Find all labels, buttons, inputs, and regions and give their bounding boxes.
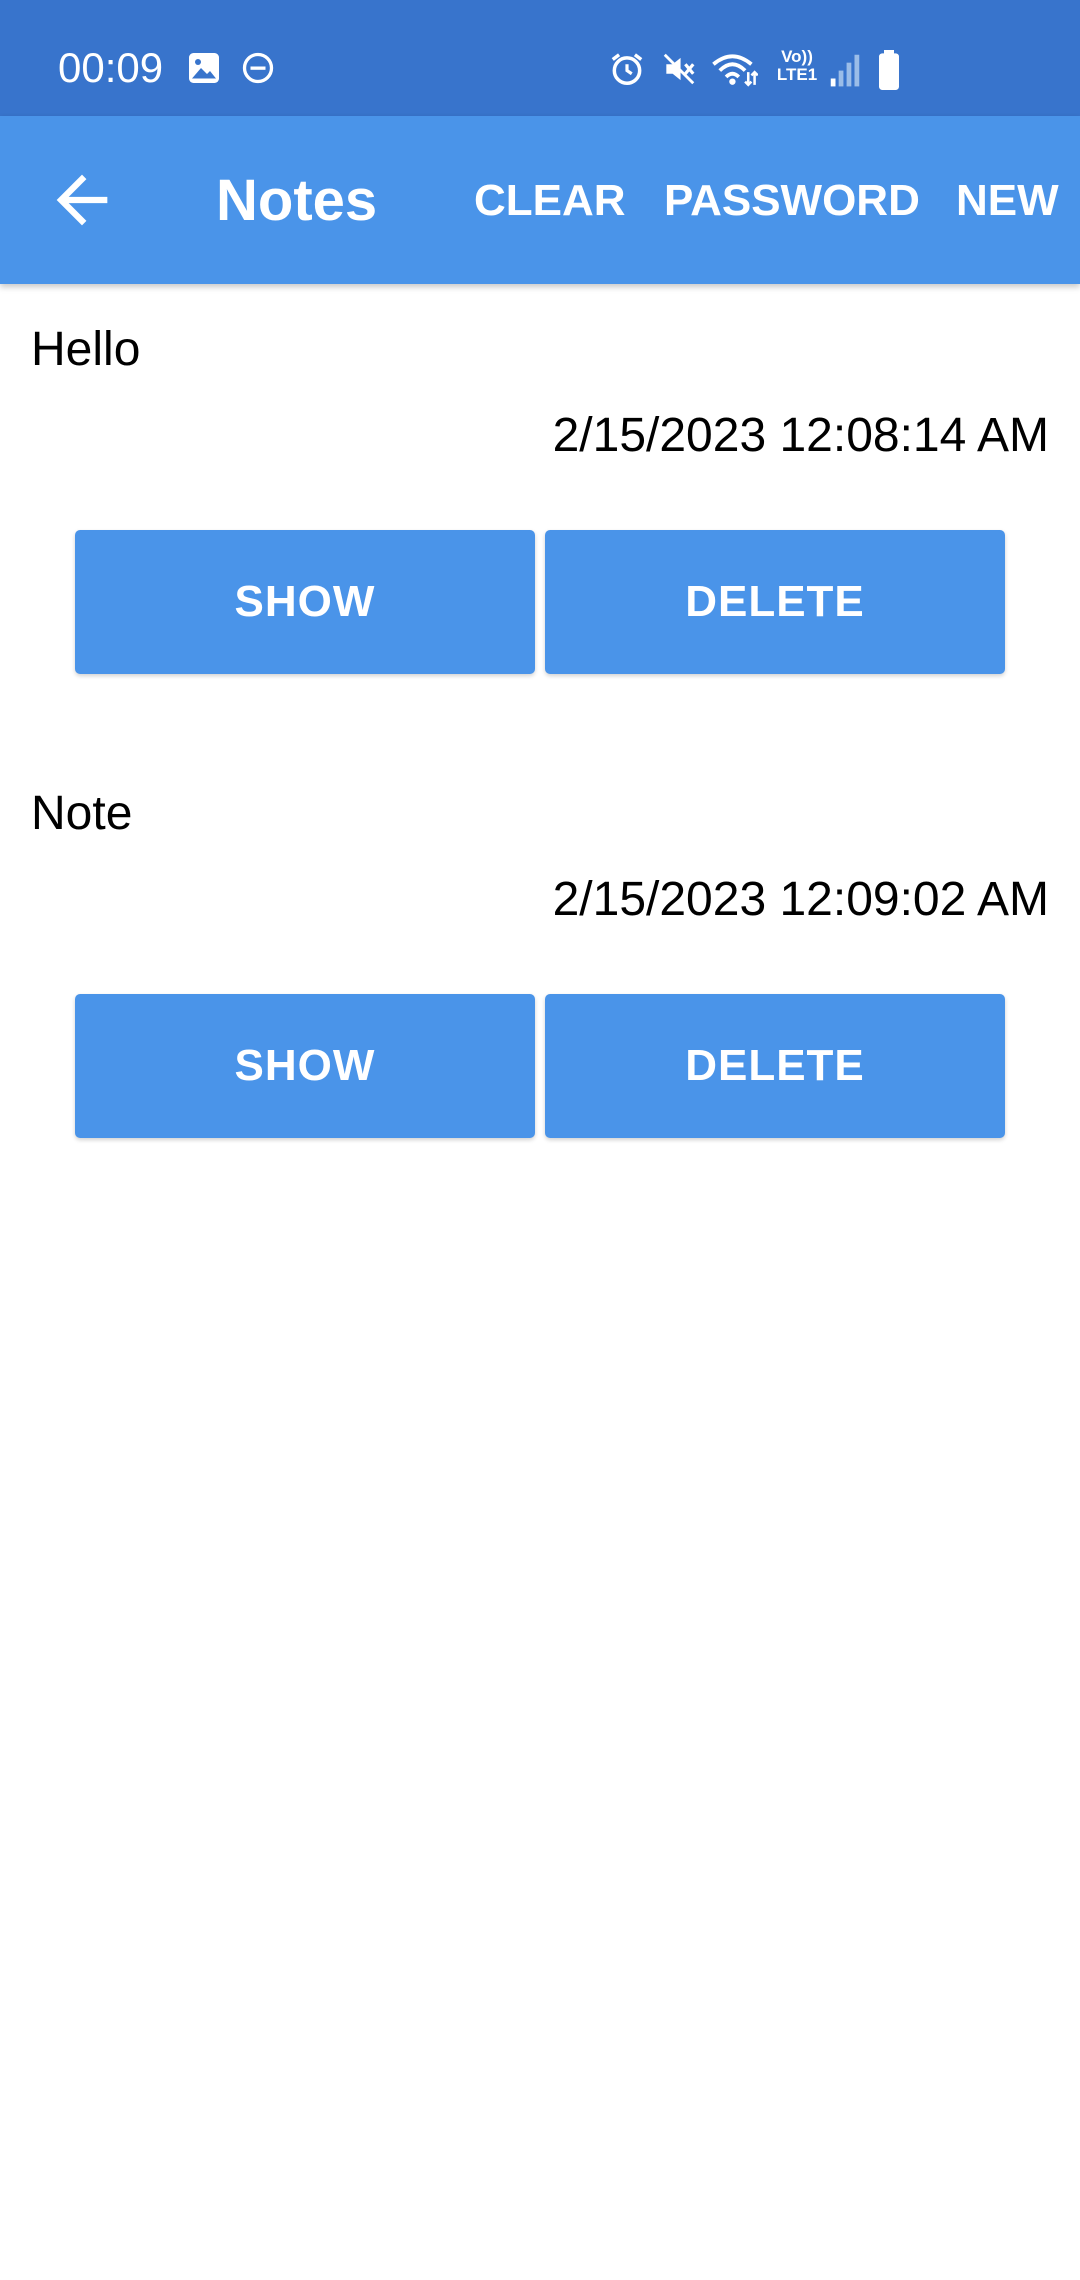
battery-icon xyxy=(876,50,902,90)
volte-lte-icon: Vo)) LTE1 xyxy=(774,48,820,84)
delete-button-label: DELETE xyxy=(685,1041,865,1090)
show-button-label: SHOW xyxy=(234,1041,376,1090)
show-button-label: SHOW xyxy=(234,577,376,626)
arrow-back-icon xyxy=(56,174,108,226)
page-title: Notes xyxy=(216,168,378,233)
status-time: 00:09 xyxy=(58,44,164,91)
wifi-icon xyxy=(710,50,758,88)
network-label-bottom: LTE1 xyxy=(776,65,818,84)
password-button[interactable]: PASSWORD xyxy=(664,176,920,226)
show-button[interactable]: SHOW xyxy=(75,994,535,1138)
delete-button[interactable]: DELETE xyxy=(545,994,1005,1138)
do-not-disturb-icon xyxy=(240,50,276,86)
note-title: Hello xyxy=(31,323,141,376)
signal-icon xyxy=(828,50,862,88)
note-date: 2/15/2023 12:09:02 AM xyxy=(552,873,1049,926)
status-bar: 00:09 Vo)) LTE1 xyxy=(0,0,1080,116)
show-button[interactable]: SHOW xyxy=(75,530,535,674)
app-bar: Notes CLEAR PASSWORD NEW xyxy=(0,116,1080,284)
note-title: Note xyxy=(31,787,133,840)
mute-icon xyxy=(660,50,698,88)
alarm-icon xyxy=(608,50,646,88)
clear-button[interactable]: CLEAR xyxy=(474,176,626,226)
delete-button-label: DELETE xyxy=(685,577,865,626)
notes-screen: 00:09 Vo)) LTE1 Notes CLEAR PASSWORD NEW… xyxy=(0,0,1080,2280)
gallery-icon xyxy=(186,50,222,86)
network-label-top: Vo)) xyxy=(781,47,813,66)
back-button[interactable] xyxy=(44,162,120,238)
note-date: 2/15/2023 12:08:14 AM xyxy=(552,409,1049,462)
new-note-button[interactable]: NEW xyxy=(956,176,1059,226)
delete-button[interactable]: DELETE xyxy=(545,530,1005,674)
